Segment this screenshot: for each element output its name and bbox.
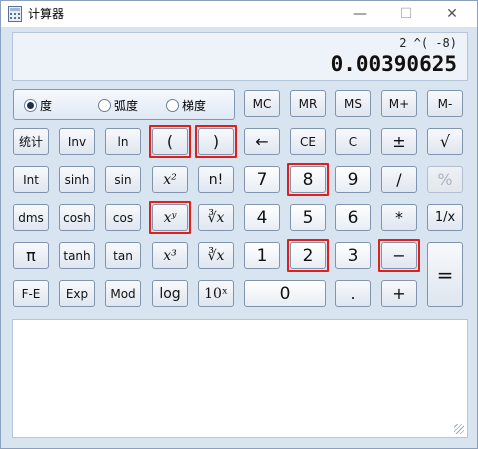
display-panel: 2 ^( -8) 0.00390625 — [12, 32, 468, 81]
sinh-button[interactable]: sinh — [59, 166, 95, 193]
result-display: 0.00390625 — [330, 52, 457, 76]
exp-button[interactable]: Exp — [59, 280, 95, 307]
maximize-button[interactable]: ☐ — [383, 1, 429, 27]
digit-1-button[interactable]: 1 — [244, 242, 280, 269]
percent-button[interactable]: % — [427, 166, 463, 193]
sqrt-button[interactable]: √ — [427, 128, 463, 155]
minimize-button[interactable]: — — [337, 1, 383, 27]
angle-mode-group: 度 弧度 梯度 — [13, 89, 235, 120]
x-cubed-button[interactable]: x³ — [152, 242, 188, 269]
expression-display: 2 ^( -8) — [399, 36, 457, 50]
tanh-button[interactable]: tanh — [59, 242, 95, 269]
cube-root-button[interactable]: ∛x — [198, 242, 234, 269]
digit-7-button[interactable]: 7 — [244, 166, 280, 193]
ten-power-x-button[interactable]: 10ˣ — [198, 280, 234, 307]
ln-button[interactable]: ln — [105, 128, 141, 155]
cosh-button[interactable]: cosh — [59, 204, 95, 231]
mr-button[interactable]: MR — [290, 90, 326, 117]
radio-selected-icon — [24, 99, 37, 112]
calculator-app-icon — [8, 6, 22, 22]
sin-button[interactable]: sin — [105, 166, 141, 193]
inv-button[interactable]: Inv — [59, 128, 95, 155]
dms-button[interactable]: dms — [13, 204, 49, 231]
calculator-window: 计算器 — ☐ ✕ 2 ^( -8) 0.00390625 度 弧度 梯度 MC… — [0, 0, 478, 449]
log-button[interactable]: log — [152, 280, 188, 307]
ce-button[interactable]: CE — [290, 128, 326, 155]
right-paren-button[interactable]: ) — [198, 128, 234, 155]
radio-radians[interactable]: 弧度 — [98, 97, 138, 114]
digit-3-button[interactable]: 3 — [335, 242, 371, 269]
y-root-x-button[interactable]: ∛x — [198, 204, 234, 231]
add-button[interactable]: + — [381, 280, 417, 307]
digit-5-button[interactable]: 5 — [290, 204, 326, 231]
left-paren-button[interactable]: ( — [152, 128, 188, 155]
reciprocal-button[interactable]: 1/x — [427, 204, 463, 231]
x-power-y-button[interactable]: xʸ — [152, 204, 188, 231]
digit-0-button[interactable]: 0 — [244, 280, 326, 307]
fe-button[interactable]: F-E — [13, 280, 49, 307]
pi-button[interactable]: π — [13, 242, 49, 269]
cos-button[interactable]: cos — [105, 204, 141, 231]
digit-6-button[interactable]: 6 — [335, 204, 371, 231]
int-button[interactable]: Int — [13, 166, 49, 193]
multiply-button[interactable]: * — [381, 204, 417, 231]
history-panel[interactable] — [12, 319, 468, 438]
mc-button[interactable]: MC — [244, 90, 280, 117]
ms-button[interactable]: MS — [335, 90, 371, 117]
radio-empty-icon — [98, 99, 111, 112]
close-button[interactable]: ✕ — [429, 1, 475, 27]
digit-9-button[interactable]: 9 — [335, 166, 371, 193]
x-squared-button[interactable]: x² — [152, 166, 188, 193]
backspace-button[interactable]: ← — [244, 128, 280, 155]
digit-4-button[interactable]: 4 — [244, 204, 280, 231]
m-plus-button[interactable]: M+ — [381, 90, 417, 117]
resize-grip-icon[interactable] — [454, 424, 464, 434]
window-title: 计算器 — [28, 7, 65, 21]
equals-button[interactable]: = — [427, 242, 463, 307]
subtract-button[interactable]: − — [381, 242, 417, 269]
m-minus-button[interactable]: M- — [427, 90, 463, 117]
title-bar: 计算器 — ☐ ✕ — [1, 1, 477, 27]
factorial-button[interactable]: n! — [198, 166, 234, 193]
divide-button[interactable]: / — [381, 166, 417, 193]
radio-gradians[interactable]: 梯度 — [166, 97, 206, 114]
mod-button[interactable]: Mod — [105, 280, 141, 307]
digit-2-button[interactable]: 2 — [290, 242, 326, 269]
radio-degrees[interactable]: 度 — [24, 97, 52, 114]
tan-button[interactable]: tan — [105, 242, 141, 269]
decimal-point-button[interactable]: . — [335, 280, 371, 307]
statistics-button[interactable]: 统计 — [13, 128, 49, 155]
digit-8-button[interactable]: 8 — [290, 166, 326, 193]
radio-empty-icon — [166, 99, 179, 112]
plus-minus-button[interactable]: ± — [381, 128, 417, 155]
clear-button[interactable]: C — [335, 128, 371, 155]
